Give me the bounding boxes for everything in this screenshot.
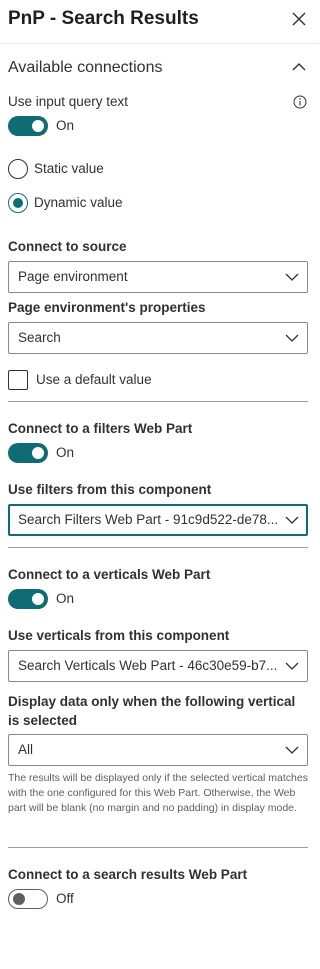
toggle-knob	[32, 447, 44, 459]
chevron-down-icon	[285, 516, 299, 524]
chevron-down-icon	[285, 662, 299, 670]
display-vertical-value: All	[18, 742, 34, 757]
verticals-toggle-state: On	[56, 591, 75, 606]
query-text-toggle[interactable]	[8, 116, 48, 136]
dynamic-value-radio[interactable]	[8, 193, 28, 213]
filters-component-label: Use filters from this component	[8, 482, 212, 497]
toggle-knob	[13, 893, 25, 905]
filters-toggle[interactable]	[8, 443, 48, 463]
properties-dropdown[interactable]: Search	[8, 322, 308, 354]
dynamic-value-label: Dynamic value	[34, 195, 123, 210]
divider	[8, 547, 308, 548]
verticals-component-label: Use verticals from this component	[8, 628, 230, 643]
divider	[8, 401, 308, 402]
verticals-label: Connect to a verticals Web Part	[8, 567, 211, 582]
panel-header: PnP - Search Results	[0, 0, 319, 44]
filters-component-dropdown[interactable]: Search Filters Web Part - 91c9d522-de78.…	[8, 504, 308, 536]
search-results-toggle[interactable]	[8, 889, 48, 909]
chevron-up-icon[interactable]	[292, 62, 306, 72]
query-text-toggle-state: On	[56, 118, 75, 133]
filters-label: Connect to a filters Web Part	[8, 421, 193, 436]
display-vertical-dropdown[interactable]: All	[8, 734, 308, 766]
static-value-label: Static value	[34, 161, 104, 176]
chevron-down-icon	[285, 273, 299, 281]
properties-label: Page environment's properties	[8, 300, 206, 315]
default-value-checkbox[interactable]	[8, 370, 28, 390]
source-label: Connect to source	[8, 239, 127, 254]
divider	[8, 847, 308, 848]
chevron-down-icon	[285, 334, 299, 342]
section-title: Available connections	[8, 59, 163, 76]
verticals-component-dropdown[interactable]: Search Verticals Web Part - 46c30e59-b7.…	[8, 650, 308, 682]
toggle-knob	[32, 593, 44, 605]
toggle-knob	[32, 120, 44, 132]
properties-dropdown-value: Search	[18, 330, 61, 345]
display-vertical-label: Display data only when the following ver…	[8, 694, 296, 728]
static-value-radio[interactable]	[8, 159, 28, 179]
default-value-label: Use a default value	[36, 372, 152, 387]
verticals-toggle[interactable]	[8, 589, 48, 609]
verticals-component-value: Search Verticals Web Part - 46c30e59-b7.…	[18, 658, 278, 673]
vertical-help-note: The results will be displayed only if th…	[8, 772, 308, 814]
search-results-label: Connect to a search results Web Part	[8, 867, 248, 882]
info-icon[interactable]	[293, 95, 307, 109]
filters-toggle-state: On	[56, 445, 75, 460]
chevron-down-icon	[285, 746, 299, 754]
query-text-label: Use input query text	[8, 94, 129, 109]
search-results-toggle-state: Off	[56, 891, 74, 906]
radio-dot	[13, 198, 23, 208]
panel-title: PnP - Search Results	[8, 8, 199, 29]
available-connections-header[interactable]: Available connections	[0, 50, 319, 86]
close-icon[interactable]	[291, 11, 307, 27]
source-dropdown-value: Page environment	[18, 269, 128, 284]
source-dropdown[interactable]: Page environment	[8, 261, 308, 293]
filters-component-value: Search Filters Web Part - 91c9d522-de78.…	[18, 512, 279, 527]
